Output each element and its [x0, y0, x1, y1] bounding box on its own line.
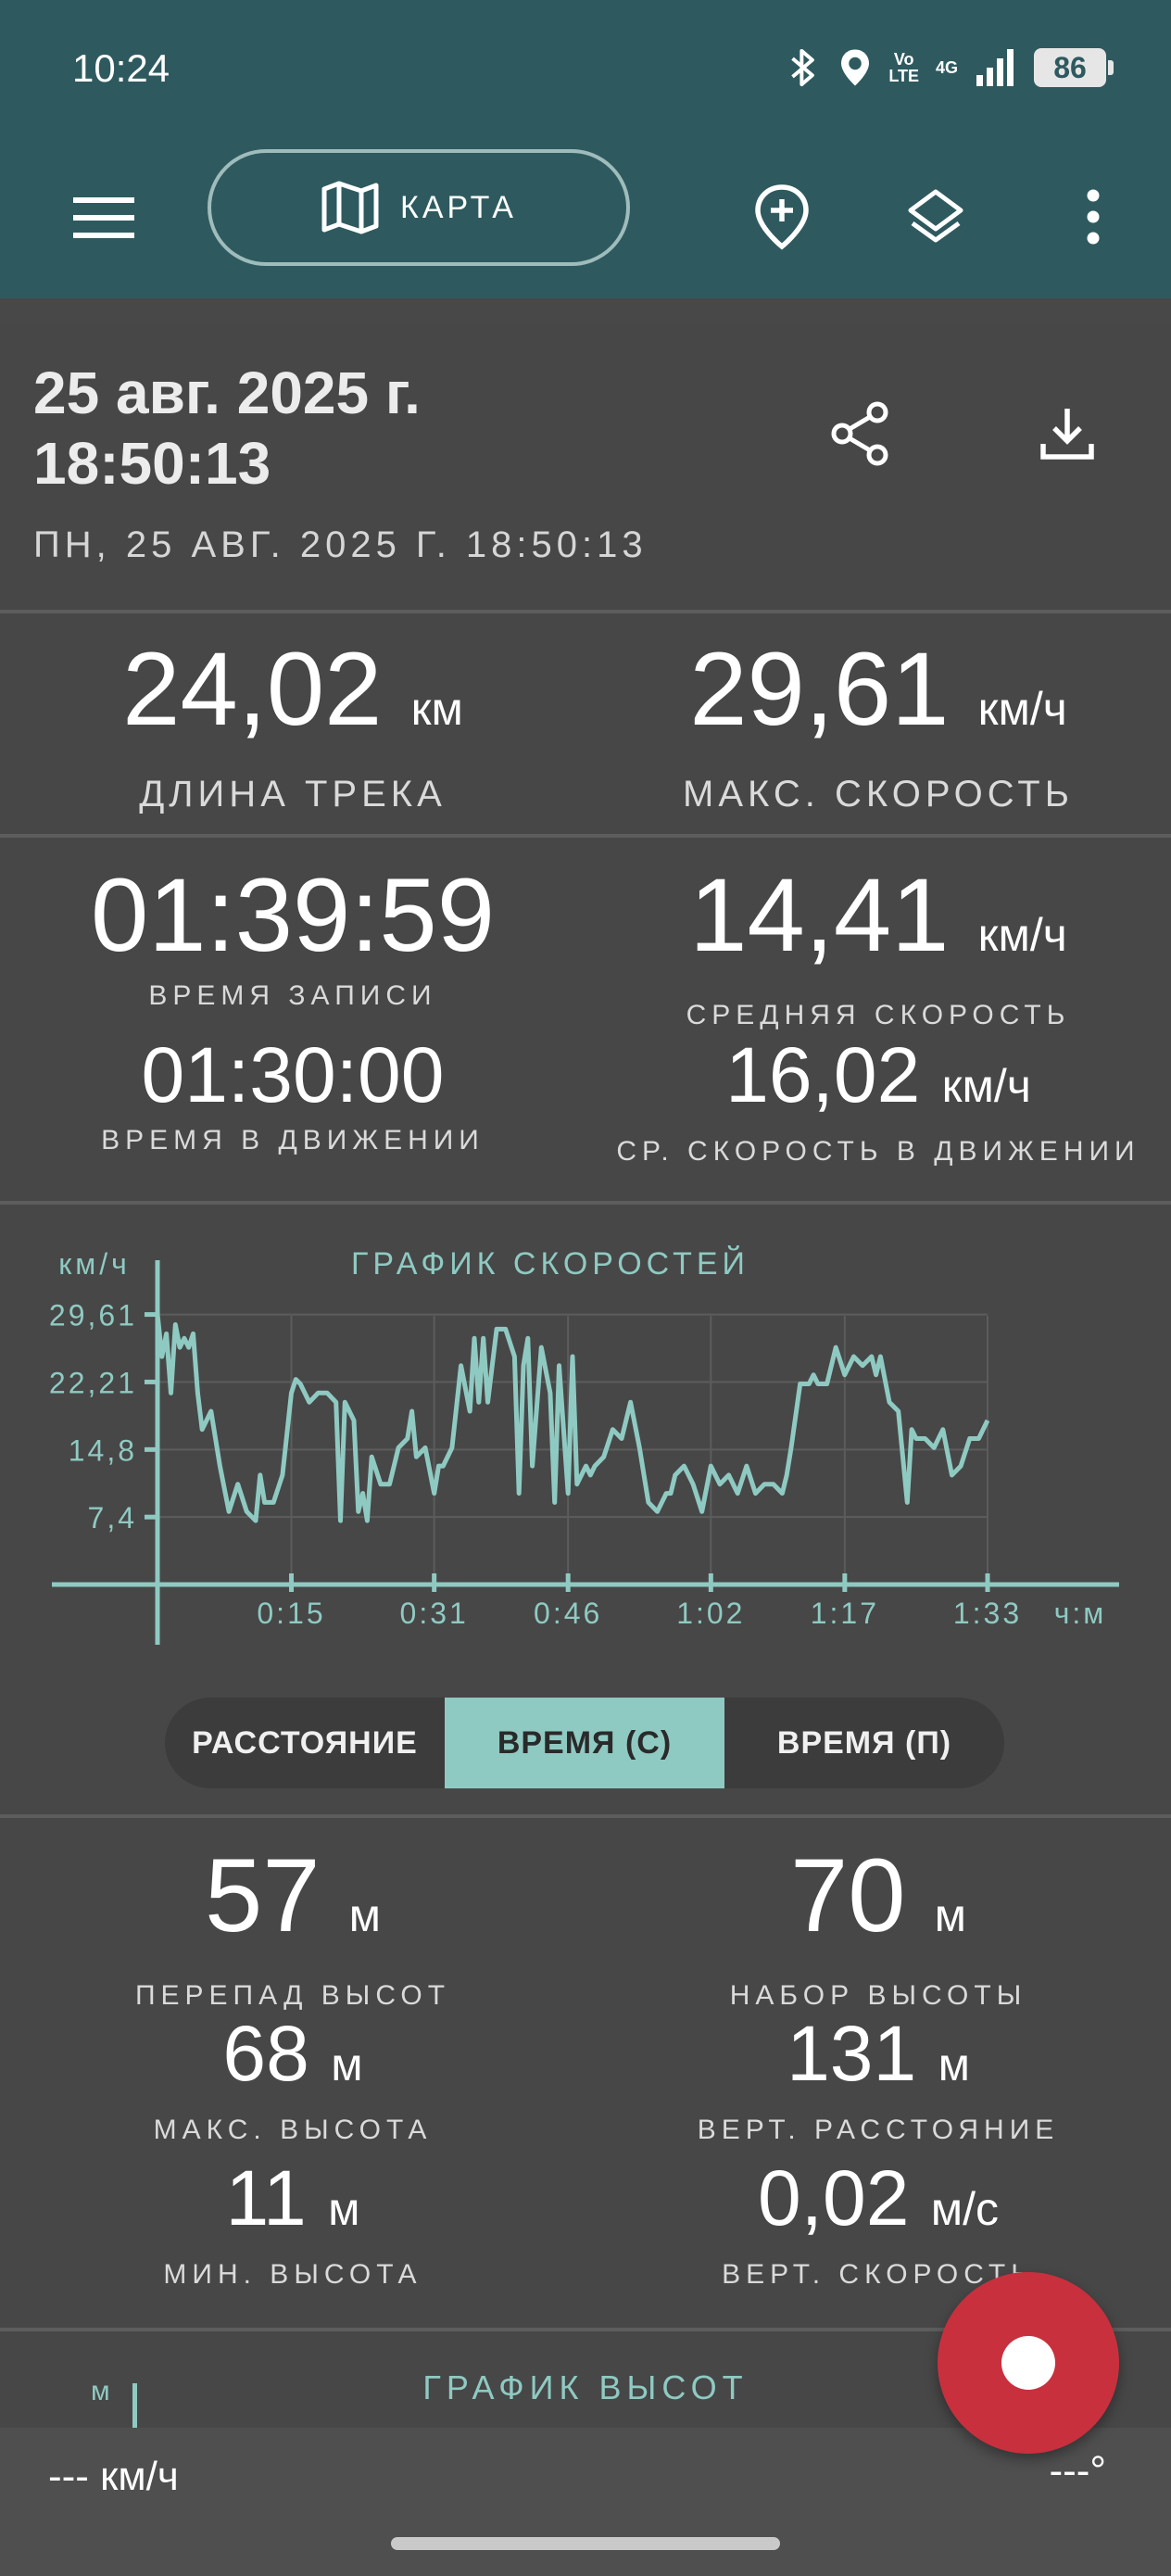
stat-min-elev: 11 м МИН. ВЫСОТА [163, 2154, 422, 2290]
status-icons: Vo LTE 4G 86 [785, 44, 1114, 91]
x-tick-label: 1:02 [676, 1597, 745, 1630]
chart-x-ticks: 0:15 0:31 0:46 1:02 1:17 1:33 [257, 1573, 1022, 1630]
current-heading: ---° [1049, 2448, 1106, 2494]
y-tick-label: 22,21 [49, 1366, 137, 1399]
stat-moving-time: 01:30:00 ВРЕМЯ В ДВИЖЕНИИ [101, 1031, 485, 1155]
network-type: 4G [935, 57, 958, 77]
home-indicator[interactable] [391, 2537, 780, 2550]
stat-vert-speed: 0,02 м/с ВЕРТ. СКОРОСТЬ [722, 2154, 1035, 2290]
y-tick-label: 29,61 [49, 1299, 137, 1332]
stat-max-elev: 68 м МАКС. ВЫСОТА [153, 2010, 433, 2145]
current-speed: --- км/ч [48, 2454, 179, 2499]
menu-button[interactable] [65, 185, 143, 250]
stat-avg-speed: 14,41 км/ч СРЕДНЯЯ СКОРОСТЬ [686, 857, 1071, 1031]
x-tick-label: 1:17 [811, 1597, 879, 1630]
download-button[interactable] [1021, 387, 1114, 480]
stat-elev-gain: 70 м НАБОР ВЫСОТЫ [729, 1837, 1027, 2012]
divider [0, 834, 1171, 838]
download-icon [1040, 409, 1094, 460]
menu-icon [73, 197, 134, 238]
app-bar: КАРТА [0, 139, 1171, 298]
map-icon [321, 181, 379, 234]
layers-button[interactable] [891, 172, 980, 261]
stat-elev-diff: 57 м ПЕРЕПАД ВЫСОТ [134, 1837, 451, 2012]
x-tick-label: 0:31 [400, 1597, 469, 1630]
chart-title: ГРАФИК СКОРОСТЕЙ [351, 1246, 749, 1282]
y-tick-label: 7,4 [88, 1501, 137, 1534]
x-tick-label: 0:46 [534, 1597, 602, 1630]
stat-vert-distance: 131 м ВЕРТ. РАССТОЯНИЕ [697, 2010, 1060, 2145]
track-date-full: ПН, 25 АВГ. 2025 Г. 18:50:13 [33, 524, 648, 565]
map-button-label: КАРТА [400, 189, 517, 225]
stat-track-length: 24,02 км ДЛИНА ТРЕКА [122, 631, 463, 815]
speed-series-line [155, 1314, 990, 1523]
status-bar: 10:24 Vo LTE 4G 86 [0, 0, 1171, 139]
volte-icon: Vo LTE [888, 50, 919, 85]
divider [0, 1814, 1171, 1818]
stat-avg-moving-speed: 16,02 км/ч СР. СКОРОСТЬ В ДВИЖЕНИИ [616, 1031, 1140, 1167]
map-button[interactable]: КАРТА [208, 149, 630, 266]
speed-chart: ГРАФИК СКОРОСТЕЙ км/ч ч:м 29,61 22,21 14,8… [49, 1246, 1119, 1645]
more-options-button[interactable] [1049, 172, 1138, 261]
x-tick-label: 1:33 [953, 1597, 1022, 1630]
location-icon [841, 49, 870, 86]
signal-icon [976, 49, 1014, 86]
record-icon [1001, 2336, 1055, 2390]
bluetooth-icon [791, 48, 815, 87]
battery-icon: 86 [1034, 48, 1114, 87]
share-button[interactable] [813, 387, 906, 480]
add-location-icon [755, 184, 809, 250]
divider [0, 610, 1171, 613]
bottom-info-bar: --- км/ч ---° [0, 2428, 1171, 2576]
stat-max-speed: 29,61 км/ч МАКС. СКОРОСТЬ [683, 631, 1074, 815]
layers-icon [908, 189, 963, 243]
more-vert-icon [1087, 189, 1100, 245]
status-time: 10:24 [72, 46, 170, 90]
chart-x-unit: ч:м [1054, 1597, 1107, 1630]
add-waypoint-button[interactable] [737, 172, 826, 261]
top-bar: 10:24 Vo LTE 4G 86 КАРТА [0, 0, 1171, 298]
y-tick-label: 14,8 [69, 1433, 137, 1467]
chart-y-ticks: 29,61 22,21 14,8 7,4 [49, 1299, 157, 1534]
track-date: 25 авг. 2025 г. 18:50:13 [33, 360, 421, 497]
record-button[interactable] [938, 2272, 1119, 2454]
chart-axes [52, 1260, 1119, 1645]
stat-record-time: 01:39:59 ВРЕМЯ ЗАПИСИ [91, 857, 495, 1012]
chart-y-unit: км/ч [58, 1247, 131, 1281]
x-tick-label: 0:15 [257, 1597, 325, 1630]
share-icon [831, 401, 888, 466]
